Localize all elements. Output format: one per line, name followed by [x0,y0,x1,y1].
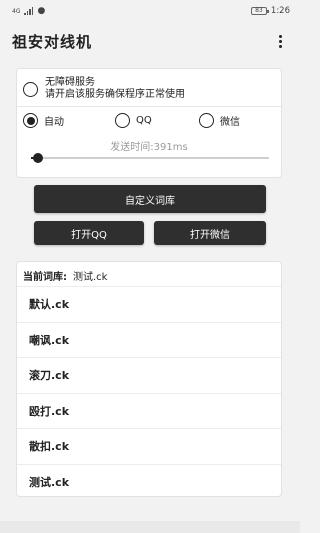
current-lexicon-value: 测试.ck [73,272,108,283]
status-left: 4G ● [12,6,45,16]
mode-qq-option[interactable]: QQ [115,113,152,128]
divider [17,106,281,107]
custom-lexicon-button[interactable]: 自定义词库 [34,185,266,213]
slider-thumb[interactable] [33,153,44,163]
lexicon-card: 当前词库: 测试.ck 默认.ck 嘲讽.ck 滚刀.ck 殴打.ck 散扣.c… [16,261,282,497]
status-bar: 4G ● 83 1:26 [0,0,300,22]
mode-wechat-label: 微信 [220,117,240,128]
lexicon-item[interactable]: 测试.ck [17,463,281,500]
lexicon-item[interactable]: 殴打.ck [17,392,281,429]
mode-qq-label: QQ [136,115,152,126]
status-right: 83 1:26 [250,6,290,16]
lexicon-item[interactable]: 嘲讽.ck [17,321,281,358]
mode-auto-option[interactable]: 自动 [23,113,64,128]
accessibility-title: 无障碍服务 [45,77,95,88]
battery-icon: 83 [250,7,269,15]
navigation-bar [0,521,300,533]
settings-card: 无障碍服务 请开启该服务确保程序正常使用 自动 QQ 微信 发送时间:391ms [16,68,282,178]
accessibility-radio[interactable] [23,81,38,97]
accessibility-service-option[interactable]: 无障碍服务 请开启该服务确保程序正常使用 [23,77,185,101]
mode-wechat-radio[interactable] [199,113,214,128]
lexicon-item[interactable]: 默认.ck [17,286,281,322]
mode-wechat-option[interactable]: 微信 [199,113,240,128]
mode-qq-radio[interactable] [115,113,130,128]
battery-level: 83 [255,7,263,14]
slider-track [31,157,269,159]
app-title: 祖安对线机 [12,32,93,51]
notification-icon: ● [37,6,46,16]
more-options-icon[interactable] [275,31,286,52]
send-mode-group: 自动 QQ 微信 [23,113,277,133]
lexicon-list: 默认.ck 嘲讽.ck 滚刀.ck 殴打.ck 散扣.ck 测试.ck [17,286,281,499]
accessibility-text: 无障碍服务 请开启该服务确保程序正常使用 [45,77,185,101]
open-qq-button[interactable]: 打开QQ [34,221,144,245]
mode-auto-radio[interactable] [23,113,38,128]
network-label: 4G [12,7,21,15]
send-time-label: 发送时间:391ms [110,142,188,153]
lexicon-item[interactable]: 滚刀.ck [17,357,281,393]
accessibility-description: 请开启该服务确保程序正常使用 [45,89,185,100]
status-time: 1:26 [270,6,290,16]
current-lexicon-label: 当前词库: [23,272,67,283]
lexicon-item[interactable]: 散扣.ck [17,428,281,464]
mode-auto-label: 自动 [44,117,64,128]
send-time-slider[interactable] [31,153,269,163]
open-wechat-button[interactable]: 打开微信 [154,221,266,245]
signal-icon [24,7,34,15]
app-bar: 祖安对线机 [0,22,300,60]
current-lexicon: 当前词库: 测试.ck [23,268,107,283]
